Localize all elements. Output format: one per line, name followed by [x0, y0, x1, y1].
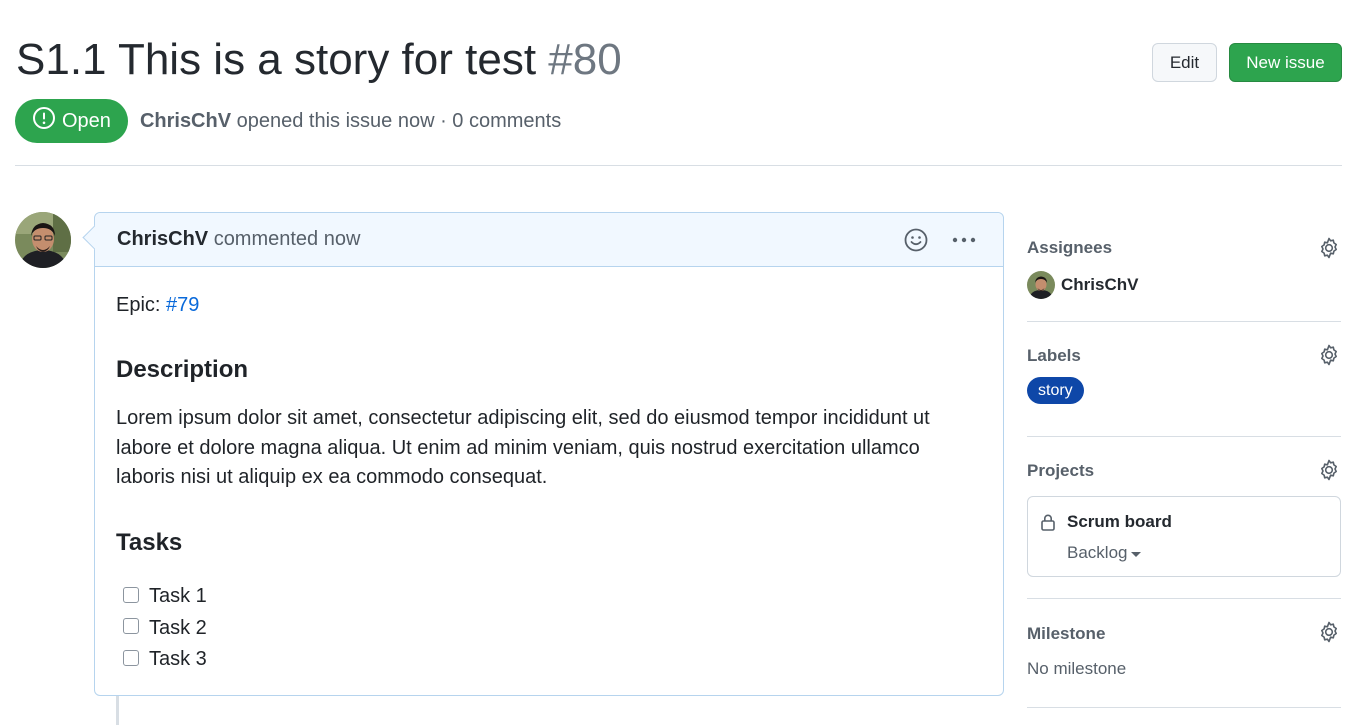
sidebar-milestone: Milestone No milestone — [1027, 599, 1341, 708]
gear-icon[interactable] — [1317, 458, 1341, 482]
tasks-heading: Tasks — [116, 528, 183, 556]
comment-header: ChrisChV commented now — [95, 213, 1003, 267]
assignee-name: ChrisChV — [1061, 275, 1139, 294]
chevron-down-icon — [1131, 551, 1142, 557]
issue-meta: Open ChrisChV opened this issue now · 0 … — [15, 99, 561, 143]
status-label: Open — [62, 109, 111, 132]
assignee-item[interactable]: ChrisChV — [1027, 271, 1138, 299]
task-list: Task 1 Task 2 Task 3 — [116, 581, 982, 676]
comment-byline: ChrisChV commented now — [117, 228, 360, 251]
sidebar-labels: Labels story — [1027, 322, 1341, 437]
task-label: Task 3 — [149, 648, 207, 671]
issue-author-link[interactable]: ChrisChV — [140, 110, 231, 132]
description-heading: Description — [116, 356, 249, 383]
gear-icon[interactable] — [1317, 236, 1341, 260]
edit-button[interactable]: Edit — [1152, 43, 1217, 82]
avatar[interactable] — [15, 212, 71, 268]
task-checkbox[interactable] — [123, 586, 139, 603]
task-item: Task 2 — [116, 612, 982, 644]
task-checkbox[interactable] — [123, 649, 139, 666]
issue-title-text: S1.1 This is a story for test — [16, 35, 537, 84]
project-column-dropdown[interactable]: Backlog — [1067, 543, 1142, 563]
milestone-title[interactable]: Milestone — [1027, 624, 1105, 644]
kebab-menu-icon[interactable] — [951, 227, 977, 258]
task-item: Task 3 — [116, 644, 982, 676]
project-name-link[interactable]: Scrum board — [1067, 512, 1172, 532]
status-badge: Open — [15, 99, 128, 143]
header-actions: Edit New issue — [1152, 43, 1342, 82]
sidebar-assignees: Assignees ChrisChV — [1027, 213, 1341, 322]
project-column-label: Backlog — [1067, 543, 1128, 562]
smiley-icon[interactable] — [903, 227, 929, 258]
projects-title[interactable]: Projects — [1027, 461, 1094, 481]
new-issue-button[interactable]: New issue — [1229, 43, 1342, 82]
epic-line: Epic: #79 — [116, 290, 982, 320]
description-text: Lorem ipsum dolor sit amet, consectetur … — [116, 407, 930, 488]
issue-opened-text: opened this issue now · 0 comments — [236, 109, 562, 132]
comment-author-link[interactable]: ChrisChV — [117, 228, 208, 250]
comment-box: ChrisChV commented now Epic: #79 Descrip… — [94, 212, 1004, 696]
comment-body: Epic: #79 Description Lorem ipsum dolor … — [95, 267, 1003, 697]
comment-tools — [903, 227, 977, 258]
task-checkbox[interactable] — [123, 618, 139, 635]
comment-timestamp[interactable]: commented now — [214, 228, 361, 250]
task-label: Task 2 — [149, 616, 207, 639]
task-label: Task 1 — [149, 585, 207, 608]
milestone-value: No milestone — [1027, 659, 1127, 678]
issue-sidebar: Assignees ChrisChV Labels story Projects… — [1027, 213, 1341, 708]
issue-title: S1.1 This is a story for test #80 — [16, 34, 622, 86]
gear-icon[interactable] — [1317, 620, 1341, 644]
issue-number: #80 — [548, 35, 622, 84]
avatar — [1027, 271, 1055, 299]
epic-label: Epic: — [116, 294, 161, 316]
label-story[interactable]: story — [1027, 377, 1084, 404]
labels-title[interactable]: Labels — [1027, 346, 1081, 366]
issue-meta-text: ChrisChV opened this issue now · 0 comme… — [140, 110, 561, 133]
gear-icon[interactable] — [1317, 343, 1341, 367]
timeline-line — [116, 695, 119, 725]
issue-open-icon — [32, 106, 56, 136]
header-divider — [15, 165, 1342, 166]
project-card: Scrum board Backlog — [1027, 496, 1341, 577]
assignees-title[interactable]: Assignees — [1027, 238, 1112, 258]
epic-link[interactable]: #79 — [166, 294, 199, 316]
lock-icon — [1040, 513, 1056, 531]
sidebar-projects: Projects Scrum board Backlog — [1027, 437, 1341, 599]
task-item: Task 1 — [116, 581, 982, 613]
